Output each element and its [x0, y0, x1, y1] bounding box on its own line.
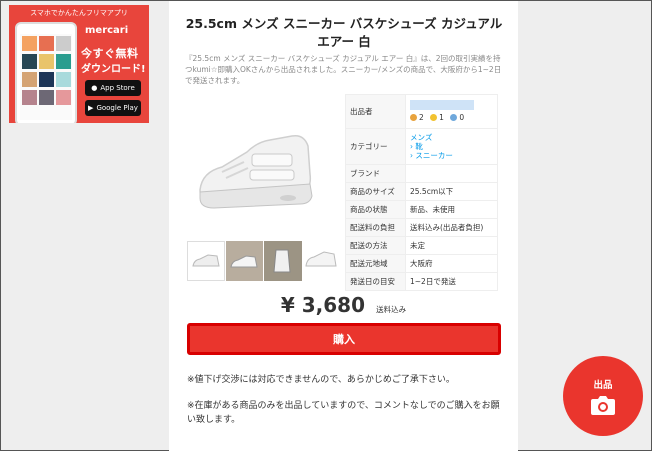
note-in-stock: ※在庫がある商品のみを出品していますので、コメントなしでのご購入をお願い致します… — [187, 401, 500, 425]
sad-face-icon — [450, 114, 458, 121]
smile-icon — [410, 114, 417, 121]
shipping-method-label: 配送の方法 — [345, 236, 406, 255]
price-amount: ¥ 3,680 — [280, 293, 366, 317]
brand-label: ブランド — [345, 164, 406, 183]
buy-button[interactable]: 購入 — [187, 323, 501, 355]
thumbnail-strip — [187, 241, 341, 281]
main-product-image[interactable] — [187, 96, 327, 238]
seller-name-link[interactable] — [410, 100, 474, 110]
item-description: 『25.5cm メンズ スニーカー バスケシューズ カジュアル エアー 白』は、… — [185, 54, 502, 85]
google-play-button[interactable]: ▶ Google Play — [85, 100, 141, 116]
brand-value — [405, 164, 498, 183]
thumbnail-3[interactable] — [264, 241, 302, 281]
sneaker-image — [199, 134, 313, 209]
sell-button[interactable]: 出品 — [563, 356, 643, 436]
ad-headline: 今すぐ無料 — [81, 47, 139, 60]
category-label: カテゴリー — [345, 128, 406, 165]
neutral-face-icon — [430, 114, 438, 121]
details-row-brand: ブランド — [345, 164, 498, 183]
ad-subheadline: ダウンロード! — [81, 64, 146, 75]
note-no-negotiation: ※値下げ交渉には対応できませんので、あらかじめご了承下さい。 — [187, 375, 455, 385]
app-store-button[interactable]: ● App Store — [85, 80, 141, 96]
rating-good: 2 — [410, 113, 424, 122]
details-row-seller: 出品者 2 1 0 — [345, 94, 498, 129]
camera-icon — [591, 395, 615, 415]
details-row-shipping-method: 配送の方法 未定 — [345, 236, 498, 255]
category-link-mens[interactable]: メンズ — [410, 133, 493, 142]
details-row-size: 商品のサイズ 25.5cm以下 — [345, 182, 498, 201]
mercari-logo: mercari — [85, 25, 129, 36]
size-label: 商品のサイズ — [345, 182, 406, 201]
details-row-shipping-fee: 配送料の負担 送料込み(出品者負担) — [345, 218, 498, 237]
sell-label: 出品 — [593, 379, 613, 391]
shipping-fee-value: 送料込み(出品者負担) — [405, 218, 498, 237]
origin-label: 配送元地域 — [345, 254, 406, 273]
details-row-condition: 商品の状態 新品、未使用 — [345, 200, 498, 219]
days-value: 1~2日で発送 — [405, 272, 498, 291]
shipping-included-note: 送料込み — [376, 305, 407, 314]
shipping-method-value: 未定 — [405, 236, 498, 255]
rating-normal: 1 — [430, 113, 444, 122]
condition-label: 商品の状態 — [345, 200, 406, 219]
thumbnail-4[interactable] — [302, 241, 341, 281]
details-row-origin: 配送元地域 大阪府 — [345, 254, 498, 273]
price-row: ¥ 3,680 送料込み — [169, 293, 518, 317]
rating-bad: 0 — [450, 113, 464, 122]
item-card: 25.5cm メンズ スニーカー バスケシューズ カジュアル エアー 白 『25… — [169, 1, 518, 451]
shipping-fee-label: 配送料の負担 — [345, 218, 406, 237]
condition-value: 新品、未使用 — [405, 200, 498, 219]
seller-label: 出品者 — [345, 94, 406, 129]
days-label: 発送日の目安 — [345, 272, 406, 291]
app-download-banner[interactable]: スマホでかんたんフリマアプリ mercari 今すぐ無料 ダウンロード! ● A… — [9, 5, 149, 123]
phone-illustration — [15, 22, 77, 123]
apple-icon: ● — [91, 84, 98, 92]
thumbnail-2[interactable] — [225, 241, 264, 281]
ad-tagline: スマホでかんたんフリマアプリ — [30, 9, 128, 17]
item-details-table: 出品者 2 1 0 カテゴリー メンズ › 靴 › スニーカー ブランド 商品の… — [345, 94, 498, 291]
category-link-shoes[interactable]: › 靴 — [410, 142, 493, 151]
item-title: 25.5cm メンズ スニーカー バスケシューズ カジュアル エアー 白 — [185, 16, 503, 49]
size-value: 25.5cm以下 — [405, 182, 498, 201]
play-icon: ▶ — [88, 104, 94, 112]
details-row-days: 発送日の目安 1~2日で発送 — [345, 272, 498, 291]
origin-link[interactable]: 大阪府 — [405, 254, 498, 273]
category-link-sneakers[interactable]: › スニーカー — [410, 151, 493, 160]
details-row-category: カテゴリー メンズ › 靴 › スニーカー — [345, 128, 498, 165]
thumbnail-1[interactable] — [187, 241, 225, 281]
